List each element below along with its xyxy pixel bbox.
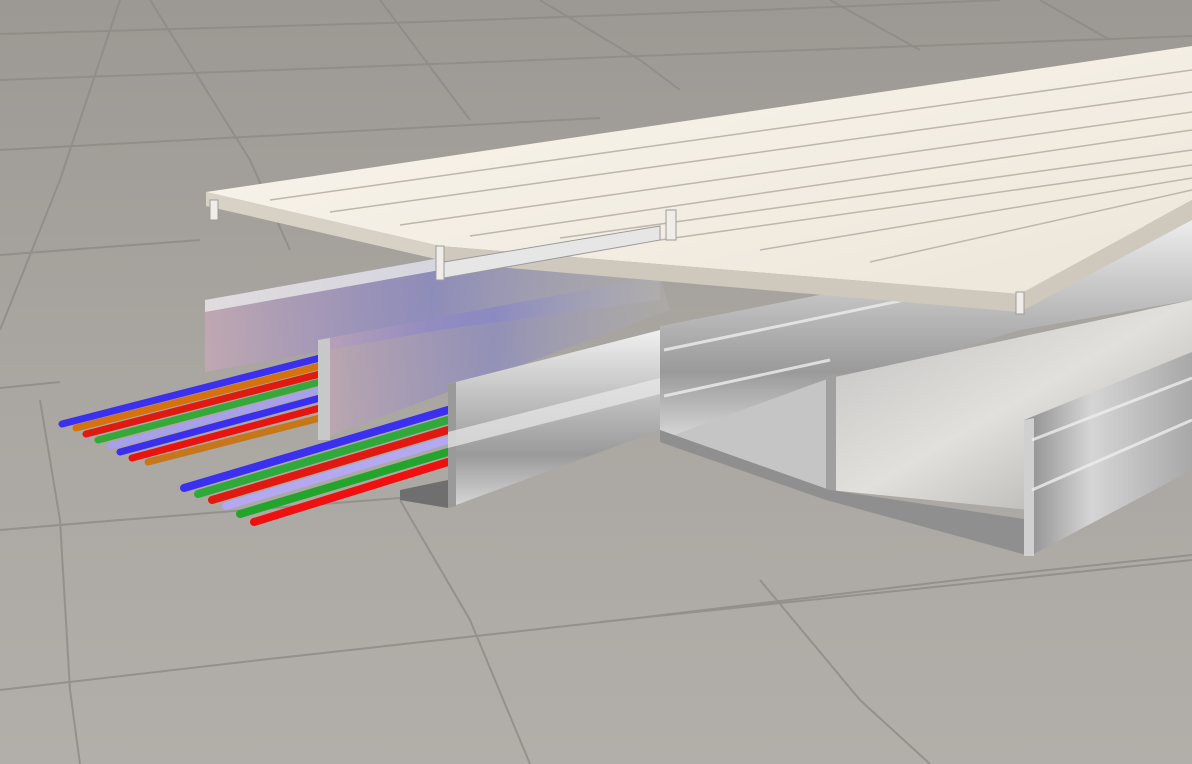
- scene: [0, 0, 1192, 764]
- trunking-render: [0, 0, 1192, 764]
